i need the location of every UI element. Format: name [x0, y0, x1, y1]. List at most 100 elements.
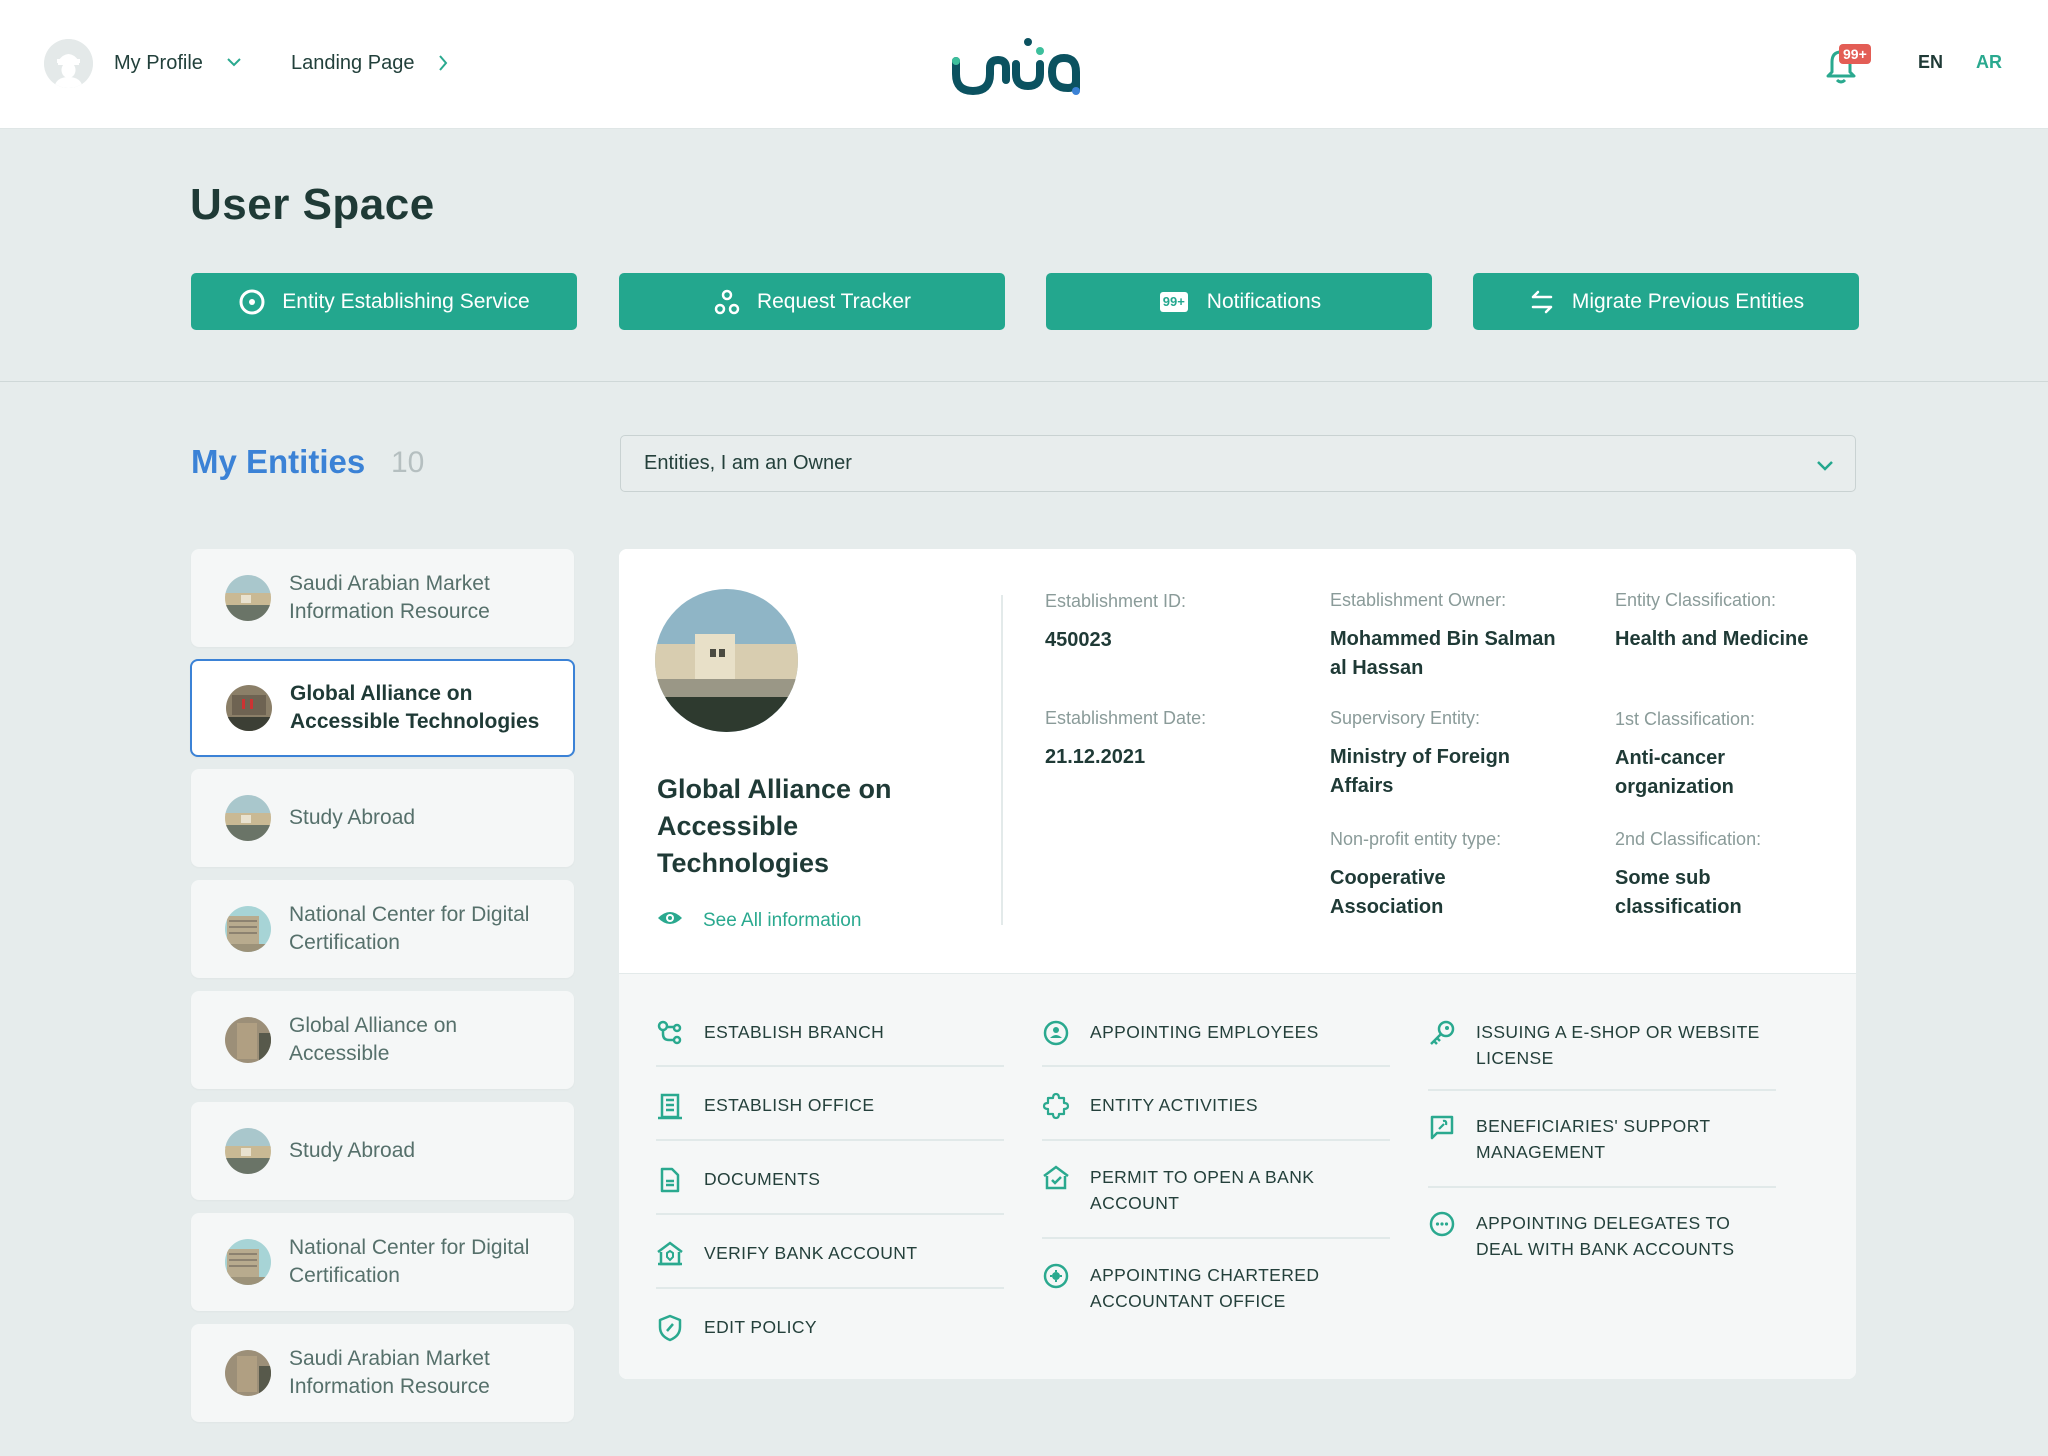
field-first-classification: 1st Classification: Anti-cancer organiza…	[1615, 709, 1815, 802]
language-en[interactable]: EN	[1918, 52, 1943, 73]
action-label: ESTABLISH BRANCH	[704, 1022, 885, 1042]
entity-name: Saudi Arabian Market Information Resourc…	[289, 572, 490, 623]
field-label: Establishment ID:	[1045, 591, 1187, 611]
action-label: APPOINTING CHARTERED ACCOUNTANT OFFICE	[1090, 1265, 1320, 1311]
see-all-information-link[interactable]: See All information	[657, 909, 861, 933]
entity-list-item[interactable]: Saudi Arabian Market Information Resourc…	[191, 549, 574, 647]
field-value: Anti-cancer organization	[1615, 747, 1734, 798]
field-label: 2nd Classification:	[1615, 829, 1762, 849]
my-entities-count: 10	[391, 446, 425, 479]
entity-list-item[interactable]: Study Abroad	[191, 769, 574, 867]
entity-detail-card: Global Alliance on Accessible Technologi…	[619, 549, 1856, 1379]
entity-list-item[interactable]: Global Alliance on Accessible	[191, 991, 574, 1089]
field-supervisory-entity: Supervisory Entity: Ministry of Foreign …	[1330, 708, 1560, 801]
entity-actions: ESTABLISH BRANCH ESTABLISH OFFICE DOCUME…	[619, 974, 1856, 1379]
section-divider	[0, 381, 2048, 382]
entity-thumbnail	[225, 1239, 271, 1285]
user-circle-icon	[1042, 1019, 1070, 1047]
entity-thumbnail	[225, 795, 271, 841]
action-label: DOCUMENTS	[704, 1169, 821, 1189]
action-verify-bank-account[interactable]: VERIFY BANK ACCOUNT	[656, 1215, 1006, 1287]
chevron-right-icon[interactable]	[437, 54, 449, 77]
action-label: ENTITY ACTIVITIES	[1090, 1095, 1258, 1115]
field-value: Some sub classification	[1615, 867, 1742, 918]
action-label: ISSUING A E-SHOP OR WEBSITE LICENSE	[1476, 1022, 1760, 1068]
field-value: Health and Medicine	[1615, 628, 1809, 650]
entity-list-item[interactable]: National Center for Digital Certificatio…	[191, 880, 574, 978]
action-label: ESTABLISH OFFICE	[704, 1095, 875, 1115]
nodes-icon	[713, 288, 741, 316]
target-icon	[238, 288, 266, 316]
landing-page-link[interactable]: Landing Page	[291, 52, 414, 75]
action-establish-branch[interactable]: ESTABLISH BRANCH	[656, 1019, 1006, 1065]
action-eshop-license[interactable]: ISSUING A E-SHOP OR WEBSITE LICENSE	[1428, 1019, 1778, 1089]
see-all-label: See All information	[703, 910, 862, 931]
notifications-button[interactable]: 99+ Notifications	[1046, 273, 1432, 330]
request-tracker-button[interactable]: Request Tracker	[619, 273, 1005, 330]
migrate-previous-entities-button[interactable]: Migrate Previous Entities	[1473, 273, 1859, 330]
entity-list-item[interactable]: National Center for Digital Certificatio…	[191, 1213, 574, 1311]
my-profile-menu[interactable]: My Profile	[114, 52, 203, 75]
badge-99-icon: 99+	[1157, 288, 1191, 316]
action-permit-bank-account[interactable]: PERMIT TO OPEN A BANK ACCOUNT	[1042, 1141, 1392, 1237]
entity-name: Study Abroad	[289, 1139, 416, 1162]
entity-name: Global Alliance on Accessible Technologi…	[290, 682, 540, 733]
action-documents[interactable]: DOCUMENTS	[656, 1141, 1006, 1213]
action-appointing-chartered-accountant[interactable]: APPOINTING CHARTERED ACCOUNTANT OFFICE	[1042, 1239, 1392, 1335]
action-beneficiaries-support[interactable]: BENEFICIARIES' SUPPORT MANAGEMENT	[1428, 1091, 1778, 1186]
shield-edit-icon	[656, 1314, 684, 1342]
entity-name: Saudi Arabian Market Information Resourc…	[289, 1347, 490, 1398]
entities-filter-select[interactable]: Entities, I am an Owner	[620, 435, 1856, 492]
key-icon	[1428, 1019, 1456, 1047]
user-avatar[interactable]	[44, 39, 93, 88]
bank-check-icon	[1042, 1164, 1070, 1192]
action-edit-policy[interactable]: EDIT POLICY	[656, 1289, 1006, 1361]
action-appointing-employees[interactable]: APPOINTING EMPLOYEES	[1042, 1019, 1392, 1065]
entity-name: National Center for Digital Certificatio…	[289, 903, 530, 954]
field-value: Cooperative Association	[1330, 867, 1446, 918]
field-label: Supervisory Entity:	[1330, 708, 1481, 728]
entity-list-item[interactable]: Study Abroad	[191, 1102, 574, 1200]
building-icon	[656, 1092, 684, 1120]
chevron-down-icon[interactable]	[226, 55, 242, 73]
entity-photo	[655, 589, 798, 732]
button-label: Request Tracker	[756, 289, 912, 313]
action-label: APPOINTING EMPLOYEES	[1090, 1022, 1319, 1042]
button-label: Notifications	[1206, 289, 1322, 313]
entity-detail-title: Global Alliance on Accessible Technologi…	[657, 774, 892, 878]
field-label: 1st Classification:	[1615, 709, 1756, 729]
field-label: Non-profit entity type:	[1330, 829, 1502, 849]
page-title: User Space	[190, 180, 435, 229]
action-entity-activities[interactable]: ENTITY ACTIVITIES	[1042, 1067, 1392, 1139]
puzzle-icon	[1042, 1092, 1070, 1120]
field-value: Mohammed Bin Salman al Hassan	[1330, 628, 1556, 679]
action-label: VERIFY BANK ACCOUNT	[704, 1243, 918, 1263]
field-establishment-id: Establishment ID: 450023	[1045, 591, 1285, 655]
field-value: 21.12.2021	[1045, 746, 1146, 768]
field-establishment-owner: Establishment Owner: Mohammed Bin Salman…	[1330, 590, 1560, 683]
field-second-classification: 2nd Classification: Some sub classificat…	[1615, 829, 1815, 922]
entity-name: National Center for Digital Certificatio…	[289, 1236, 530, 1287]
notification-count-badge: 99+	[1839, 44, 1871, 64]
entity-establishing-service-button[interactable]: Entity Establishing Service	[191, 273, 577, 330]
my-entities-title: My Entities	[191, 443, 366, 480]
action-label: EDIT POLICY	[704, 1317, 817, 1337]
entity-thumbnail	[225, 1128, 271, 1174]
action-appointing-delegates[interactable]: APPOINTING DELEGATES TO DEAL WITH BANK A…	[1428, 1188, 1778, 1298]
entity-name: Study Abroad	[289, 806, 416, 829]
entity-list-item[interactable]: Saudi Arabian Market Information Resourc…	[191, 1324, 574, 1422]
entity-list-item-active[interactable]: Global Alliance on Accessible Technologi…	[190, 659, 575, 757]
actions-column-2: APPOINTING EMPLOYEES ENTITY ACTIVITIES P…	[1042, 1019, 1392, 1335]
gear-circle-icon	[1042, 1262, 1070, 1290]
action-label: BENEFICIARIES' SUPPORT MANAGEMENT	[1476, 1116, 1711, 1162]
chevron-down-icon	[1815, 456, 1835, 479]
actions-column-1: ESTABLISH BRANCH ESTABLISH OFFICE DOCUME…	[656, 1019, 1006, 1361]
more-circle-icon	[1428, 1210, 1456, 1238]
field-nonprofit-type: Non-profit entity type: Cooperative Asso…	[1330, 829, 1560, 922]
action-label: PERMIT TO OPEN A BANK ACCOUNT	[1090, 1167, 1315, 1213]
brand-logo[interactable]	[948, 36, 1098, 101]
language-ar[interactable]: AR	[1976, 52, 2002, 73]
field-entity-classification: Entity Classification: Health and Medici…	[1615, 590, 1815, 654]
branch-icon	[656, 1019, 684, 1047]
action-establish-office[interactable]: ESTABLISH OFFICE	[656, 1067, 1006, 1139]
